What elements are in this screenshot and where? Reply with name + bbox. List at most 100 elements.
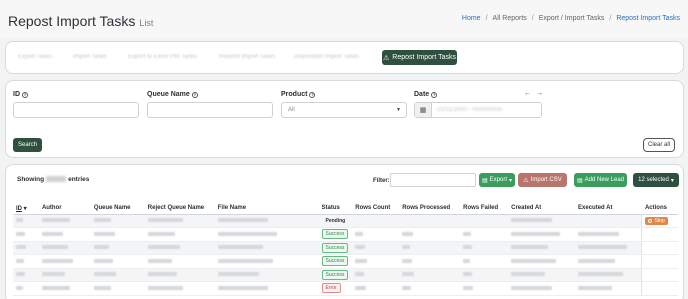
redacted-value xyxy=(402,231,414,236)
date-range-value: 01/01/2000 - 00/00/0000 xyxy=(437,107,503,113)
redacted-value xyxy=(41,218,70,223)
breadcrumb-export-import[interactable]: Export / Import Tasks xyxy=(539,15,605,22)
queue-name-input[interactable] xyxy=(147,102,273,118)
redacted-value xyxy=(355,258,368,263)
task-tabs-card: Export Tasks Import Tasks Export to Exce… xyxy=(5,41,684,74)
cell-redacted xyxy=(575,254,642,269)
product-select[interactable]: All ▼ xyxy=(281,102,407,118)
tab-disposition-import[interactable]: Disposition Import Tasks xyxy=(294,54,359,64)
breadcrumb-home[interactable]: Home xyxy=(462,15,481,22)
cell-redacted xyxy=(352,227,400,242)
help-icon: ? xyxy=(22,91,28,98)
table-row[interactable]: Pending Stop xyxy=(13,214,678,228)
col-status[interactable]: Status xyxy=(318,203,353,215)
col-id[interactable]: ID ▾ xyxy=(13,203,39,215)
table-row[interactable]: Success xyxy=(13,268,678,282)
status-badge: Success xyxy=(321,256,349,267)
tasks-table-card: Showing entries Filter: ▤ Export ▾ ⚠ Import … xyxy=(5,164,684,299)
cell-redacted xyxy=(460,268,509,282)
id-input[interactable] xyxy=(13,102,139,118)
cell-redacted xyxy=(90,214,145,228)
redacted-value xyxy=(355,231,364,236)
tab-resend-import[interactable]: Resend Import Tasks xyxy=(219,54,275,64)
breadcrumb-all-reports[interactable]: All Reports xyxy=(493,15,527,22)
cell-redacted xyxy=(575,214,642,228)
actions-cell xyxy=(641,227,678,242)
redacted-value xyxy=(511,285,553,290)
stop-button[interactable]: Stop xyxy=(645,216,668,225)
status-cell: Success xyxy=(318,241,353,255)
tab-repost-import-tasks[interactable]: ⚠ Repost Import Tasks xyxy=(382,50,457,65)
cell-redacted xyxy=(13,241,39,255)
cell-redacted xyxy=(508,268,576,282)
cell-redacted xyxy=(352,214,400,228)
redacted-value xyxy=(147,285,183,290)
cell-redacted xyxy=(13,254,39,269)
col-created-at[interactable]: Created At xyxy=(508,203,576,215)
search-button[interactable]: Search xyxy=(13,138,42,152)
table-filter-input[interactable] xyxy=(390,173,476,187)
warning-icon: ⚠ xyxy=(383,54,390,62)
col-reject-queue-name[interactable]: Reject Queue Name xyxy=(144,203,215,215)
redacted-value xyxy=(217,258,273,263)
date-range-input[interactable]: ▦ 01/01/2000 - 00/00/0000 xyxy=(414,102,542,118)
arrow-right-icon[interactable]: → xyxy=(536,90,543,97)
cell-redacted xyxy=(13,214,39,228)
arrow-left-icon[interactable]: ← xyxy=(524,90,531,97)
redacted-value xyxy=(511,245,549,250)
page-subtitle: List xyxy=(139,18,154,28)
page-header: Repost Import Tasks List Home / All Reports… xyxy=(0,0,688,38)
help-icon: ? xyxy=(309,91,316,98)
add-new-lead-button[interactable]: ▤ Add New Lead xyxy=(574,173,627,187)
table-row[interactable]: Error xyxy=(13,281,678,296)
redacted-value xyxy=(41,272,65,277)
export-button[interactable]: ▤ Export ▾ xyxy=(479,173,515,187)
table-body: Pending Stop Success Success Success Success E… xyxy=(13,214,678,296)
queue-filter-label: Queue Name? xyxy=(147,91,198,98)
redacted-value xyxy=(147,231,175,236)
table-row[interactable]: Success xyxy=(13,241,678,255)
redacted-value xyxy=(511,258,557,263)
cell-redacted xyxy=(460,281,509,296)
status-badge: Success xyxy=(321,229,349,240)
col-rows-failed[interactable]: Rows Failed xyxy=(460,203,509,215)
tab-export-excel[interactable]: Export to Excel PRI Tasks xyxy=(128,54,197,64)
col-actions: Actions xyxy=(641,203,678,215)
cell-redacted xyxy=(460,214,509,228)
actions-cell xyxy=(641,241,678,255)
col-queue-name[interactable]: Queue Name xyxy=(90,203,145,215)
col-rows-count[interactable]: Rows Count xyxy=(352,203,400,215)
import-csv-button[interactable]: ⚠ Import CSV xyxy=(518,173,567,187)
cell-redacted xyxy=(399,281,461,296)
cell-redacted xyxy=(144,241,215,255)
col-executed-at[interactable]: Executed At xyxy=(575,203,642,215)
cell-redacted xyxy=(508,281,576,296)
cell-redacted xyxy=(399,227,461,242)
tab-active-label: Repost Import Tasks xyxy=(392,54,456,61)
columns-selected-dropdown[interactable]: 12 selected ▾ xyxy=(633,173,679,187)
warning-icon: ⚠ xyxy=(523,177,529,184)
cell-redacted xyxy=(214,241,319,255)
redacted-value xyxy=(355,245,366,250)
redacted-value xyxy=(217,231,277,236)
tab-import-tasks[interactable]: Import Tasks xyxy=(73,54,107,64)
cell-redacted xyxy=(144,214,215,228)
redacted-value xyxy=(402,258,413,263)
col-file-name[interactable]: File Name xyxy=(214,203,319,215)
cell-redacted xyxy=(575,241,642,255)
table-row[interactable]: Success xyxy=(13,254,678,269)
table-row[interactable]: Success xyxy=(13,227,678,242)
clear-all-button[interactable]: Clear all xyxy=(643,138,675,152)
product-filter-label: Product? xyxy=(281,91,316,98)
help-icon: ? xyxy=(431,91,438,98)
filters-card: ID? Queue Name? Product? All ▼ Date? ← → ▦… xyxy=(5,80,684,158)
redacted-value xyxy=(147,272,177,277)
col-rows-processed[interactable]: Rows Processed xyxy=(399,203,461,215)
cell-redacted xyxy=(144,227,215,242)
col-author[interactable]: Author xyxy=(38,203,91,215)
redacted-value xyxy=(93,231,115,236)
cell-redacted xyxy=(13,268,39,282)
cell-redacted xyxy=(13,281,39,296)
cell-redacted xyxy=(352,241,400,255)
tab-export-tasks[interactable]: Export Tasks xyxy=(18,54,52,64)
